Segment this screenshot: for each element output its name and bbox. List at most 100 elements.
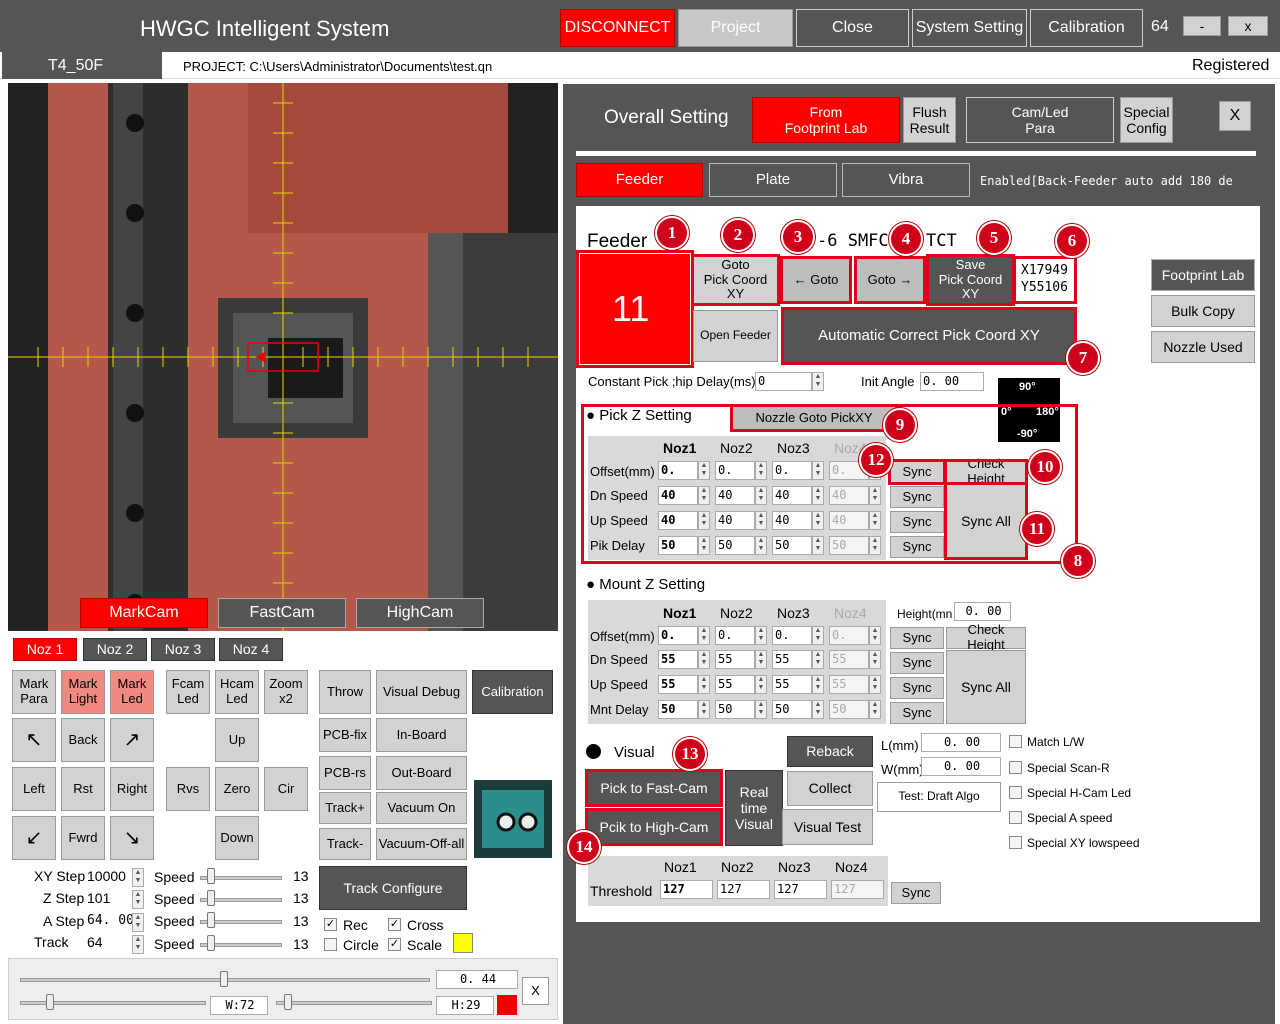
mark-para-button[interactable]: Mark Para — [12, 670, 56, 714]
from-footprint-button[interactable]: From Footprint Lab — [752, 97, 900, 143]
track-minus-button[interactable]: Track- — [319, 828, 371, 860]
fwrd-button[interactable]: Fwrd — [61, 816, 105, 860]
footprint-lab-button[interactable]: Footprint Lab — [1151, 259, 1255, 291]
mount-dn-noz3-spinner[interactable]: ▲ ▼ — [812, 650, 824, 669]
mount-delay-noz1-spinner[interactable]: ▲ ▼ — [698, 700, 710, 719]
threshold-noz3[interactable]: 127 — [774, 880, 827, 899]
pick-up-noz2[interactable]: 40 — [715, 511, 755, 530]
pick-up-noz4-spinner[interactable]: ▲ ▼ — [869, 511, 881, 530]
mount-up-noz1-spinner[interactable]: ▲ ▼ — [698, 675, 710, 694]
threshold-noz2[interactable]: 127 — [717, 880, 770, 899]
scale-checkbox[interactable]: ✓ — [388, 938, 401, 951]
goto-pick-coord-button[interactable]: Goto Pick Coord XY — [691, 254, 780, 306]
a-step-value[interactable]: 64. 00 — [87, 913, 134, 928]
disconnect-button[interactable]: DISCONNECT — [560, 9, 675, 47]
init-angle-input[interactable]: 0. 00 — [920, 372, 984, 391]
constant-pick-input[interactable]: 0 — [755, 372, 812, 391]
visual-debug-button[interactable]: Visual Debug — [376, 670, 467, 714]
mount-up-noz2-spinner[interactable]: ▲ ▼ — [755, 675, 767, 694]
w-value[interactable]: W:72 — [210, 996, 268, 1015]
pcb-fix-button[interactable]: PCB-fix — [319, 718, 371, 752]
move-up-right-button[interactable]: ↗ — [110, 718, 154, 762]
pick-offset-noz1-spinner[interactable]: ▲ ▼ — [698, 461, 710, 480]
mount-delay-noz3-spinner[interactable]: ▲ ▼ — [812, 700, 824, 719]
pick-dn-noz2-spinner[interactable]: ▲ ▼ — [755, 486, 767, 505]
pick-dn-noz2[interactable]: 40 — [715, 486, 755, 505]
mount-sync-delay-button[interactable]: Sync — [890, 702, 944, 724]
project-button[interactable]: Project — [678, 9, 793, 47]
mount-up-noz1[interactable]: 55 — [658, 675, 698, 694]
bottom-close-button[interactable]: X — [522, 977, 549, 1005]
constant-pick-spinner[interactable]: ▲ ▼ — [812, 372, 824, 391]
calibration-button[interactable]: Calibration — [472, 670, 553, 714]
nozzle-used-button[interactable]: Nozzle Used — [1151, 331, 1255, 363]
threshold-sync-button[interactable]: Sync — [891, 882, 941, 904]
mount-sync-offset-button[interactable]: Sync — [890, 627, 944, 649]
h-slider[interactable] — [276, 1001, 432, 1005]
z-step-value[interactable]: 101 — [87, 890, 110, 906]
z-step-spinner[interactable]: ▲ ▼ — [132, 890, 144, 909]
track-value[interactable]: 64 — [87, 934, 103, 950]
mount-height-input[interactable]: 0. 00 — [954, 602, 1011, 621]
mount-delay-noz1[interactable]: 50 — [658, 700, 698, 719]
pick-offset-noz2-spinner[interactable]: ▲ ▼ — [755, 461, 767, 480]
hcam-led-button[interactable]: Hcam Led — [215, 670, 259, 714]
throw-button[interactable]: Throw — [319, 670, 371, 714]
mount-delay-noz4-spinner[interactable]: ▲ ▼ — [869, 700, 881, 719]
mount-up-noz4-spinner[interactable]: ▲ ▼ — [869, 675, 881, 694]
cross-checkbox[interactable]: ✓ — [388, 918, 401, 931]
xy-step-spinner[interactable]: ▲ ▼ — [132, 868, 144, 887]
camera-view[interactable] — [8, 83, 558, 631]
mount-delay-noz4[interactable]: 50 — [829, 700, 869, 719]
minimize-button[interactable]: - — [1183, 16, 1221, 36]
pick-offset-noz3-spinner[interactable]: ▲ ▼ — [812, 461, 824, 480]
reback-button[interactable]: Reback — [787, 736, 873, 767]
pick-up-noz3-spinner[interactable]: ▲ ▼ — [812, 511, 824, 530]
test-draft-algo-button[interactable]: Test: Draft Algo — [877, 782, 1001, 812]
track-configure-button[interactable]: Track Configure — [319, 866, 467, 910]
mount-offset-noz3[interactable]: 0. 00 — [772, 626, 812, 645]
pick-offset-noz3[interactable]: 0. 30 — [772, 461, 812, 480]
mount-sync-dn-button[interactable]: Sync — [890, 652, 944, 674]
threshold-noz4[interactable]: 127 — [831, 880, 884, 899]
mount-sync-all-button[interactable]: Sync All — [946, 650, 1026, 724]
mount-dn-noz2[interactable]: 55 — [715, 650, 755, 669]
pick-to-fast-cam-button[interactable]: Pick to Fast-Cam — [585, 769, 723, 807]
bottom-value[interactable]: 0. 44 — [436, 970, 518, 989]
pick-delay-noz4[interactable]: 50 — [829, 536, 869, 555]
pick-dn-noz4[interactable]: 40 — [829, 486, 869, 505]
track-spinner[interactable]: ▲ ▼ — [132, 935, 144, 954]
scale-color-swatch[interactable] — [453, 933, 473, 953]
pick-to-high-cam-button[interactable]: Pcik to High-Cam — [585, 808, 723, 846]
circle-checkbox[interactable] — [324, 938, 337, 951]
match-lw-checkbox[interactable] — [1009, 735, 1022, 748]
special-hcam-led-checkbox[interactable] — [1009, 786, 1022, 799]
pcb-rs-button[interactable]: PCB-rs — [319, 756, 371, 790]
bulk-copy-button[interactable]: Bulk Copy — [1151, 295, 1255, 327]
l-mm-input[interactable]: 0. 00 — [921, 733, 1001, 752]
tab-fastcam[interactable]: FastCam — [218, 598, 346, 628]
left-button[interactable]: Left — [12, 767, 56, 811]
zoom-button[interactable]: Zoom x2 — [264, 670, 308, 714]
mount-dn-noz3[interactable]: 55 — [772, 650, 812, 669]
pick-delay-noz1[interactable]: 50 — [658, 536, 698, 555]
system-setting-button[interactable]: System Setting — [912, 9, 1027, 47]
pick-sync-up-button[interactable]: Sync — [890, 511, 944, 533]
pick-delay-noz2-spinner[interactable]: ▲ ▼ — [755, 536, 767, 555]
mount-offset-noz4-spinner[interactable]: ▲ ▼ — [869, 626, 881, 645]
pick-dn-noz3[interactable]: 40 — [772, 486, 812, 505]
rst-button[interactable]: Rst — [61, 767, 105, 811]
pick-delay-noz2[interactable]: 50 — [715, 536, 755, 555]
mark-light-button[interactable]: Mark Light — [61, 670, 105, 714]
special-scan-r-checkbox[interactable] — [1009, 761, 1022, 774]
mount-offset-noz2[interactable]: 0. 00 — [715, 626, 755, 645]
in-board-button[interactable]: In-Board — [376, 718, 467, 752]
mount-sync-up-button[interactable]: Sync — [890, 677, 944, 699]
mount-check-height-button[interactable]: Check Height — [946, 622, 1026, 652]
mount-dn-noz4-spinner[interactable]: ▲ ▼ — [869, 650, 881, 669]
tab-noz4[interactable]: Noz 4 — [219, 638, 283, 661]
pick-dn-noz1-spinner[interactable]: ▲ ▼ — [698, 486, 710, 505]
pick-sync-delay-button[interactable]: Sync — [890, 536, 944, 558]
auto-correct-button[interactable]: Automatic Correct Pick Coord XY — [781, 307, 1077, 365]
tab-noz3[interactable]: Noz 3 — [151, 638, 215, 661]
